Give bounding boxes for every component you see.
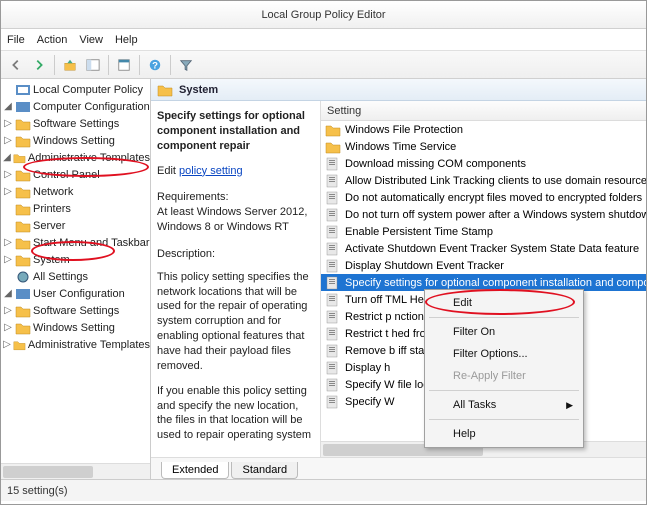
list-item-label: Windows Time Service: [345, 141, 456, 153]
policy-icon: [325, 242, 341, 256]
list-item-label: Allow Distributed Link Tracking clients …: [345, 175, 646, 187]
view-tabs: Extended Standard: [151, 457, 646, 479]
up-button[interactable]: [59, 54, 81, 76]
tree-cc-printers[interactable]: Printers: [1, 200, 150, 217]
policy-icon: [325, 157, 341, 171]
filter-button[interactable]: [175, 54, 197, 76]
tree-root[interactable]: Local Computer Policy: [1, 81, 150, 98]
menubar: File Action View Help: [1, 29, 646, 51]
menu-help[interactable]: Help: [115, 34, 138, 46]
menu-file[interactable]: File: [7, 34, 25, 46]
list-item-label: Specify W: [345, 396, 395, 408]
list-column-header[interactable]: Setting: [321, 101, 646, 121]
policy-icon: [325, 361, 341, 375]
policy-icon: [325, 191, 341, 205]
list-item-label: Enable Persistent Time Stamp: [345, 226, 493, 238]
ctx-help[interactable]: Help: [427, 423, 581, 445]
list-item[interactable]: Enable Persistent Time Stamp: [321, 223, 646, 240]
description-p1: This policy setting specifies the networ…: [157, 270, 314, 374]
tab-standard[interactable]: Standard: [231, 462, 298, 479]
list-item-label: Activate Shutdown Event Tracker System S…: [345, 243, 639, 255]
tree-scrollbar[interactable]: [1, 463, 150, 479]
list-item-label: Download missing COM components: [345, 158, 526, 170]
list-item-label: Specify settings for optional component …: [345, 277, 646, 289]
list-item[interactable]: Do not turn off system power after a Win…: [321, 206, 646, 223]
ctx-all-tasks[interactable]: All Tasks▶: [427, 394, 581, 416]
forward-button[interactable]: [28, 54, 50, 76]
policy-icon: [325, 378, 341, 392]
list-item[interactable]: Windows Time Service: [321, 138, 646, 155]
window-titlebar: Local Group Policy Editor: [1, 1, 646, 29]
folder-icon: [325, 123, 341, 137]
tree-cc-software[interactable]: ▷Software Settings: [1, 115, 150, 132]
policy-icon: [325, 344, 341, 358]
tree-uc-windows[interactable]: ▷Windows Setting: [1, 319, 150, 336]
submenu-arrow-icon: ▶: [566, 400, 573, 411]
status-text: 15 setting(s): [7, 485, 68, 497]
description-p2: If you enable this policy setting and sp…: [157, 384, 314, 443]
list-item-label: Windows File Protection: [345, 124, 463, 136]
list-item-label: Display h: [345, 362, 390, 374]
policy-icon: [325, 276, 341, 290]
list-item[interactable]: Display Shutdown Event Tracker: [321, 257, 646, 274]
policy-icon: [325, 208, 341, 222]
policy-icon: [325, 225, 341, 239]
menu-view[interactable]: View: [79, 34, 103, 46]
policy-icon: [325, 174, 341, 188]
list-item[interactable]: Allow Distributed Link Tracking clients …: [321, 172, 646, 189]
category-title: System: [179, 84, 218, 96]
requirements-body: At least Windows Server 2012, Windows 8 …: [157, 205, 314, 235]
list-item[interactable]: Download missing COM components: [321, 155, 646, 172]
ctx-filter-on[interactable]: Filter On: [427, 321, 581, 343]
list-item-label: Do not automatically encrypt files moved…: [345, 192, 642, 204]
tree-cc-system[interactable]: ▷System: [1, 251, 150, 268]
ctx-reapply-filter: Re-Apply Filter: [427, 365, 581, 387]
tree-user-config[interactable]: ◢User Configuration: [1, 285, 150, 302]
requirements-heading: Requirements:: [157, 190, 314, 205]
properties-button[interactable]: [113, 54, 135, 76]
menu-action[interactable]: Action: [37, 34, 68, 46]
policy-icon: [325, 293, 341, 307]
tree-cc-startmenu[interactable]: ▷Start Menu and Taskbar: [1, 234, 150, 251]
description-pane: Specify settings for optional component …: [151, 101, 321, 457]
back-button[interactable]: [5, 54, 27, 76]
window-title: Local Group Policy Editor: [261, 9, 385, 21]
help-button[interactable]: ?: [144, 54, 166, 76]
toolbar: ?: [1, 51, 646, 79]
list-item[interactable]: Windows File Protection: [321, 121, 646, 138]
tree-cc-server[interactable]: Server: [1, 217, 150, 234]
policy-icon: [325, 395, 341, 409]
tree-computer-config[interactable]: ◢Computer Configuration: [1, 98, 150, 115]
category-header: System: [151, 79, 646, 101]
policy-icon: [325, 259, 341, 273]
tree-cc-network[interactable]: ▷Network: [1, 183, 150, 200]
tree-cc-controlpanel[interactable]: ▷Control Panel: [1, 166, 150, 183]
ctx-filter-options[interactable]: Filter Options...: [427, 343, 581, 365]
tree-cc-windows[interactable]: ▷Windows Setting: [1, 132, 150, 149]
tab-extended[interactable]: Extended: [161, 462, 229, 479]
policy-icon: [325, 310, 341, 324]
list-item[interactable]: Activate Shutdown Event Tracker System S…: [321, 240, 646, 257]
list-item-label: Display Shutdown Event Tracker: [345, 260, 504, 272]
tree-uc-admintemplates[interactable]: ▷Administrative Templates: [1, 336, 150, 353]
list-item-label: Do not turn off system power after a Win…: [345, 209, 646, 221]
folder-icon: [325, 140, 341, 154]
description-heading: Description:: [157, 247, 314, 262]
tree-cc-admintemplates[interactable]: ◢Administrative Templates: [1, 149, 150, 166]
policy-icon: [325, 327, 341, 341]
status-bar: 15 setting(s): [1, 479, 646, 501]
ctx-edit[interactable]: Edit: [427, 292, 581, 314]
navigation-tree[interactable]: Local Computer Policy ◢Computer Configur…: [1, 79, 151, 479]
show-hide-tree-button[interactable]: [82, 54, 104, 76]
context-menu: Edit Filter On Filter Options... Re-Appl…: [424, 289, 584, 448]
list-item[interactable]: Do not automatically encrypt files moved…: [321, 189, 646, 206]
svg-text:?: ?: [152, 60, 158, 71]
selected-policy-title: Specify settings for optional component …: [157, 110, 305, 152]
edit-policy-link[interactable]: policy setting: [179, 165, 243, 177]
tree-uc-software[interactable]: ▷Software Settings: [1, 302, 150, 319]
tree-cc-allsettings[interactable]: All Settings: [1, 268, 150, 285]
